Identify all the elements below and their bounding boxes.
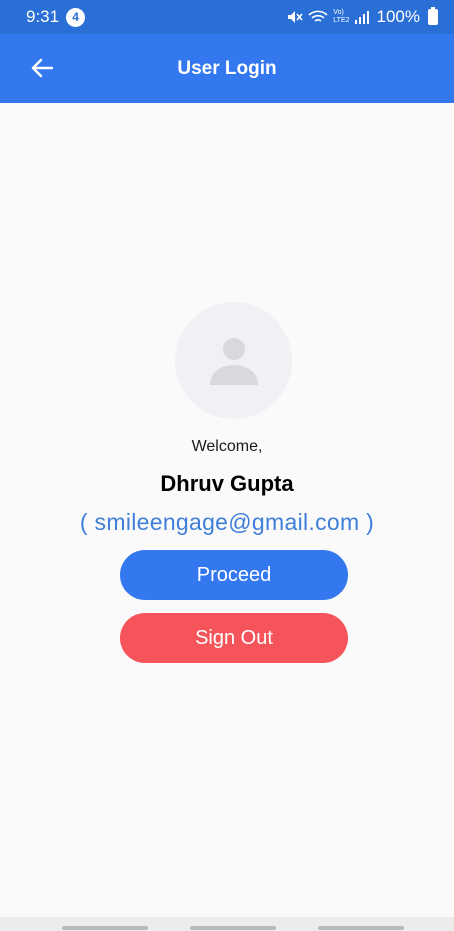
page-title: User Login	[177, 57, 277, 79]
user-email: ( smileengage@gmail.com )	[79, 509, 375, 535]
nav-home-handle[interactable]	[190, 926, 276, 930]
notification-badge: 4	[66, 7, 86, 27]
battery-icon	[428, 7, 438, 25]
back-button[interactable]	[26, 52, 58, 84]
nav-recents-handle[interactable]	[62, 926, 148, 930]
nav-back-handle[interactable]	[318, 926, 404, 930]
volte-label-bottom: LTE2	[333, 17, 350, 24]
sign-out-button[interactable]: Sign Out	[120, 613, 348, 663]
volte-label-top: Vo)	[333, 9, 344, 16]
status-bar: 9:31 4 Vo) LTE2 100%	[0, 0, 454, 34]
user-name: Dhruv Gupta	[160, 471, 294, 496]
status-left: 9:31 4	[26, 7, 86, 27]
app-bar: User Login	[0, 34, 454, 103]
battery-percent: 100%	[376, 7, 420, 26]
proceed-button[interactable]: Proceed	[120, 550, 348, 600]
volte-label: Vo) LTE2	[333, 9, 349, 25]
status-right: Vo) LTE2 100%	[287, 7, 438, 27]
arrow-left-icon	[31, 58, 53, 78]
mute-icon	[288, 11, 303, 23]
navigation-bar	[0, 917, 454, 931]
signal-icon	[354, 11, 369, 24]
wifi-icon	[308, 10, 328, 22]
avatar	[175, 302, 292, 419]
status-time: 9:31	[26, 7, 60, 26]
status-icons: Vo) LTE2	[287, 9, 369, 25]
welcome-text: Welcome,	[191, 438, 263, 455]
person-icon	[209, 337, 258, 385]
